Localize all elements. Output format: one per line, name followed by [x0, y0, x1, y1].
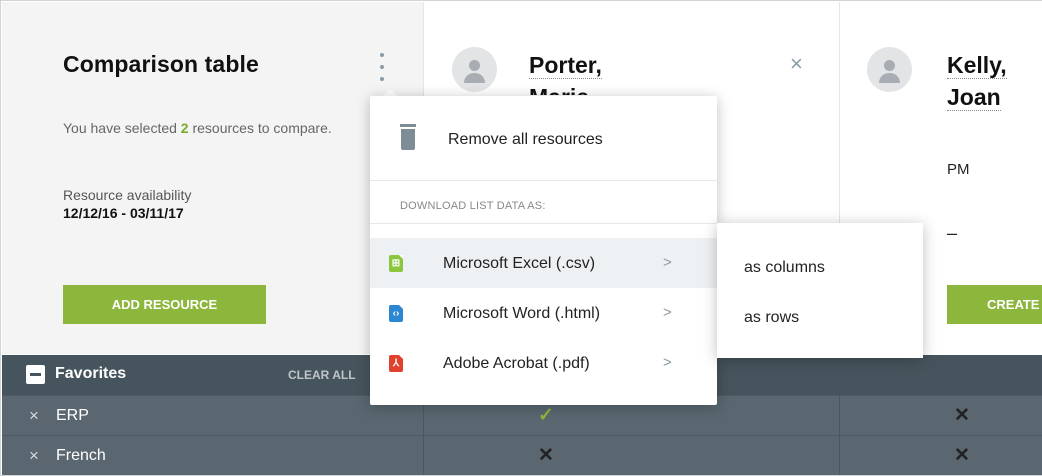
download-excel-item[interactable]: ⊞ Microsoft Excel (.csv) >: [370, 238, 717, 288]
remove-all-resources-item[interactable]: Remove all resources: [370, 96, 717, 180]
collapse-icon[interactable]: [26, 365, 45, 384]
selected-count: 2: [180, 120, 189, 136]
excel-file-icon: ⊞: [389, 255, 403, 272]
resource-name-line2: Marie: [529, 84, 590, 95]
check-icon: ✓: [538, 405, 554, 426]
option-label: Adobe Acrobat (.pdf): [443, 355, 590, 372]
selected-suffix: resources to compare.: [188, 120, 332, 136]
add-resource-button[interactable]: ADD RESOURCE: [63, 285, 266, 324]
remove-icon[interactable]: ×: [29, 406, 39, 426]
export-layout-submenu: as columns as rows: [717, 223, 923, 358]
create-button[interactable]: CREATE: [947, 285, 1042, 324]
download-pdf-item[interactable]: ⅄ Adobe Acrobat (.pdf) >: [370, 338, 717, 388]
resource-name-line2: Joan: [947, 84, 1001, 111]
row-divider: [839, 436, 840, 475]
as-columns-item[interactable]: as columns: [744, 259, 825, 277]
resource-name-line1: Porter,: [529, 52, 602, 79]
avatar: [452, 47, 497, 92]
row-header: × ERP: [2, 396, 423, 436]
as-rows-item[interactable]: as rows: [744, 309, 799, 327]
cross-icon: ✕: [538, 445, 554, 466]
remove-all-label: Remove all resources: [448, 131, 603, 148]
cross-icon: ✕: [954, 405, 970, 426]
availability-label: Resource availability: [63, 187, 192, 203]
resource-value: –: [947, 223, 958, 243]
cross-icon: ✕: [954, 445, 970, 466]
resource-name-line1: Kelly,: [947, 52, 1007, 79]
panel-title: Comparison table: [63, 51, 259, 77]
download-word-item[interactable]: ‹› Microsoft Word (.html) >: [370, 288, 717, 338]
pdf-file-icon: ⅄: [389, 355, 403, 372]
favorites-label: Favorites: [55, 365, 127, 382]
option-label: Microsoft Word (.html): [443, 305, 601, 322]
download-section-label: DOWNLOAD LIST DATA AS:: [400, 200, 546, 212]
row-label: French: [56, 447, 106, 464]
table-row: × French ✕ ✕: [2, 435, 1042, 475]
remove-icon[interactable]: ×: [29, 446, 39, 466]
chevron-right-icon: >: [663, 254, 672, 271]
resource-name-porter[interactable]: Porter, Marie: [529, 49, 679, 95]
availability-dates: 12/12/16 - 03/11/17: [63, 205, 184, 221]
row-header: × French: [2, 436, 423, 475]
resource-name-kelly[interactable]: Kelly, Joan: [947, 49, 1007, 113]
avatar: [867, 47, 912, 92]
kebab-menu-icon[interactable]: [372, 53, 392, 81]
close-icon[interactable]: ×: [790, 51, 803, 77]
clear-all-link[interactable]: CLEAR ALL: [288, 368, 356, 382]
word-file-icon: ‹›: [389, 305, 403, 322]
row-divider: [839, 396, 840, 436]
menu-divider: [370, 223, 717, 224]
actions-menu: Remove all resources DOWNLOAD LIST DATA …: [370, 96, 717, 405]
option-label: Microsoft Excel (.csv): [443, 255, 596, 272]
chevron-right-icon: >: [663, 304, 672, 321]
row-divider: [423, 436, 424, 475]
menu-divider: [370, 180, 717, 181]
chevron-right-icon: >: [663, 354, 672, 371]
trash-icon: [400, 124, 416, 150]
row-label: ERP: [56, 407, 89, 424]
selected-summary: You have selected 2 resources to compare…: [63, 119, 343, 138]
app-frame: Comparison table You have selected 2 res…: [0, 0, 1042, 476]
resource-role: PM: [947, 161, 970, 178]
selected-prefix: You have selected: [63, 120, 181, 136]
